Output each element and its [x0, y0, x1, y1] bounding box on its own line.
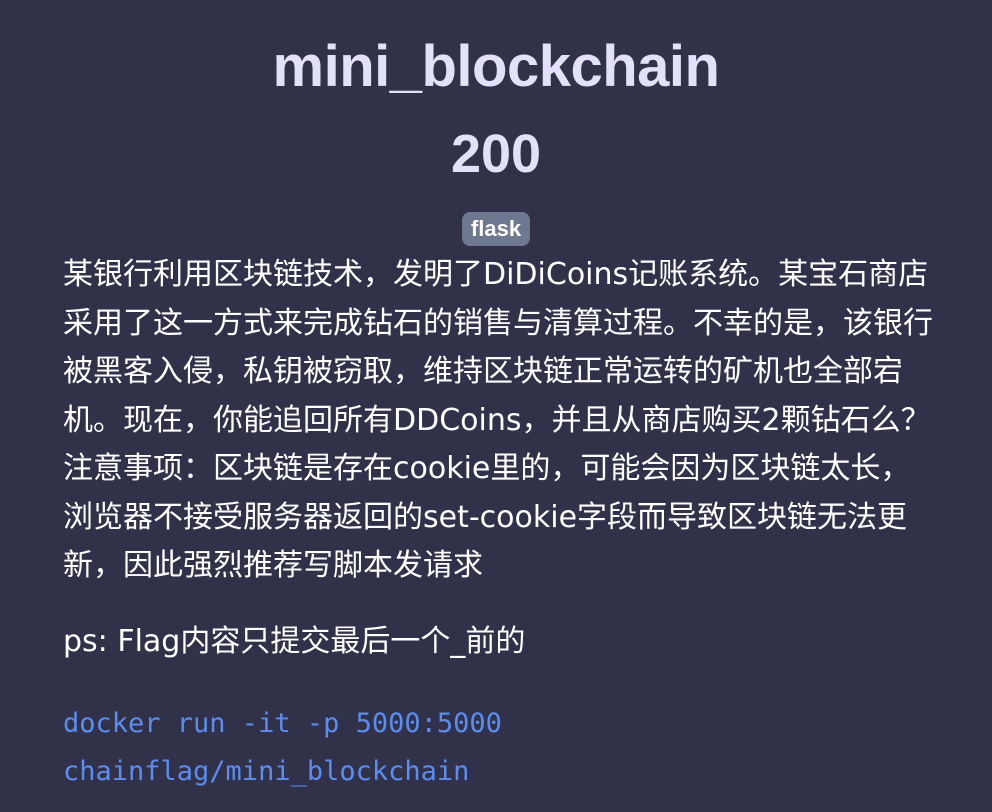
challenge-panel: mini_blockchain 200 flask 某银行利用区块链技术，发明了…	[0, 0, 992, 812]
flag-note: ps: Flag内容只提交最后一个_前的	[63, 624, 526, 659]
challenge-description: 某银行利用区块链技术，发明了DiDiCoins记账系统。某宝石商店采用了这一方式…	[63, 257, 933, 583]
category-tag: flask	[461, 212, 531, 246]
docker-command-line: chainflag/mini_blockchain	[63, 756, 470, 787]
docker-command-line: docker run -it -p 5000:5000	[63, 708, 502, 739]
tag-container: flask	[0, 212, 992, 246]
challenge-points: 200	[450, 124, 542, 184]
challenge-title: mini_blockchain	[272, 34, 720, 99]
docker-command: docker run -it -p 5000:5000 chainflag/mi…	[63, 700, 933, 796]
